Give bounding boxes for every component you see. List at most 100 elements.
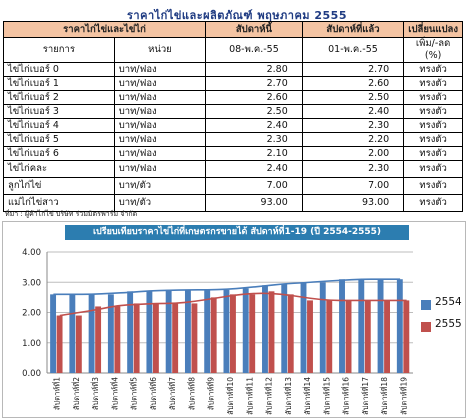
x-tick-label: สัปดาห์ที่3	[90, 377, 100, 410]
last-week-cell: 2.30	[301, 160, 405, 178]
header-cell: ราคาไก่ไข่และไข่ไก่	[2, 21, 207, 38]
table-body: ไข่ไก่เบอร์ 0 บาท/ฟอง 2.80 2.70 ทรงตัว ไข่ไก่…	[3, 62, 463, 212]
bar-2555	[56, 315, 63, 373]
x-tick-label: สัปดาห์ที่11	[244, 377, 254, 415]
change-cell: ทรงตัว	[403, 118, 463, 133]
x-tick-label: สัปดาห์ที่1	[52, 377, 62, 410]
last-week-cell: 2.70	[301, 62, 405, 77]
change-cell: ทรงตัว	[403, 177, 463, 195]
bar-2555	[307, 300, 313, 373]
x-tick-label: สัปดาห์ที่8	[186, 377, 196, 410]
last-week-cell: 2.30	[301, 118, 405, 133]
bar-2554	[204, 289, 211, 373]
bar-2554	[165, 289, 172, 373]
bar-2554	[358, 279, 365, 373]
last-week-cell: 93.00	[301, 194, 405, 212]
x-tick-label: สัปดาห์ที่14	[302, 377, 312, 415]
x-tick-label: สัปดาห์ที่13	[283, 377, 293, 415]
unit-cell: บาท/ตัว	[113, 177, 207, 195]
table-row: ไข่ไก่เบอร์ 1 บาท/ฟอง 2.70 2.60 ทรงตัว	[3, 76, 463, 91]
x-tick-label: สัปดาห์ที่7	[167, 377, 177, 410]
item-cell: ไข่ไก่เบอร์ 1	[3, 76, 115, 91]
this-week-cell: 2.10	[205, 146, 303, 161]
header-cell: หน่วย	[113, 37, 207, 63]
bar-2555	[114, 306, 121, 373]
bar-2555	[403, 300, 410, 373]
this-week-cell: 2.40	[205, 160, 303, 178]
unit-cell: บาท/ฟอง	[113, 146, 207, 161]
table-row: ไข่ไก่เบอร์ 3 บาท/ฟอง 2.50 2.40 ทรงตัว	[3, 104, 463, 119]
bar-2554	[88, 294, 95, 373]
bar-2554	[127, 291, 134, 373]
table-row: ไข่ไก่เบอร์ 2 บาท/ฟอง 2.60 2.50 ทรงตัว	[3, 90, 463, 105]
item-cell: ลูกไก่ไข่	[3, 177, 115, 195]
y-tick-label: 4.00	[22, 248, 41, 258]
bar-2555	[191, 303, 198, 373]
bar-2555	[172, 303, 179, 373]
bar-2555	[230, 294, 236, 373]
unit-cell: บาท/ฟอง	[113, 118, 207, 133]
y-tick-label: 0.00	[22, 369, 41, 379]
bar-2554	[69, 294, 76, 373]
bar-2554	[281, 283, 288, 373]
this-week-cell: 2.70	[205, 76, 303, 91]
this-week-cell: 2.40	[205, 118, 303, 133]
bar-2554	[319, 282, 326, 373]
y-tick-label: 2.00	[22, 309, 41, 319]
x-tick-label: สัปดาห์ที่17	[360, 377, 370, 415]
last-week-cell: 2.20	[301, 132, 405, 147]
bar-2554	[50, 294, 57, 373]
table-row: ไข่ไก่เบอร์ 0 บาท/ฟอง 2.80 2.70 ทรงตัว	[3, 62, 463, 77]
legend-swatch	[421, 300, 431, 310]
unit-cell: บาท/ฟอง	[113, 76, 207, 91]
bar-2554	[339, 279, 345, 373]
change-cell: ทรงตัว	[403, 76, 463, 91]
table-header-row-1: ราคาไก่ไข่และไข่ไก่ สัปดาห์นี้ สัปดาห์ที…	[2, 21, 463, 38]
bar-2555	[210, 297, 217, 373]
item-cell: ไข่ไก่เบอร์ 0	[3, 62, 115, 77]
header-cell: สัปดาห์ที่แล้ว	[301, 21, 405, 38]
last-week-cell: 2.40	[301, 104, 405, 119]
unit-cell: บาท/ฟอง	[113, 90, 207, 105]
change-cell: ทรงตัว	[403, 132, 463, 147]
this-week-cell: 2.30	[205, 132, 303, 147]
bar-2554	[262, 285, 268, 373]
bar-2555	[326, 300, 333, 373]
header-cell: เพิ่ม/-ลด (%)	[403, 37, 463, 63]
last-week-cell: 2.60	[301, 76, 405, 91]
bar-2555	[384, 300, 391, 373]
unit-cell: บาท/ฟอง	[113, 160, 207, 178]
unit-cell: บาท/ฟอง	[113, 132, 207, 147]
bar-2554	[300, 282, 307, 373]
item-cell: ไข่ไก่เบอร์ 5	[3, 132, 115, 147]
bar-2555	[152, 303, 159, 373]
this-week-cell: 2.80	[205, 62, 303, 77]
bar-2554	[223, 289, 230, 373]
this-week-cell: 2.60	[205, 90, 303, 105]
x-tick-label: สัปดาห์ที่19	[398, 377, 408, 415]
bar-2555	[133, 303, 140, 373]
chart-container: เปรียบเทียบราคาไข่ไก่ที่เกษตรกรขายได้ สั…	[2, 221, 466, 418]
item-cell: ไข่ไก่คละ	[3, 160, 115, 178]
header-cell: เปลี่ยนแปลง	[403, 21, 463, 38]
x-tick-label: สัปดาห์ที่9	[206, 377, 216, 410]
x-tick-label: สัปดาห์ที่18	[379, 377, 389, 415]
last-week-cell: 2.50	[301, 90, 405, 105]
header-cell: 01-พ.ค.-55	[301, 37, 405, 63]
last-week-cell: 7.00	[301, 177, 405, 195]
bar-2555	[75, 315, 82, 373]
bar-2555	[345, 300, 352, 373]
change-cell: ทรงตัว	[403, 160, 463, 178]
bar-2554	[377, 279, 384, 373]
item-cell: ไข่ไก่เบอร์ 6	[3, 146, 115, 161]
table-row: ไข่ไก่เบอร์ 5 บาท/ฟอง 2.30 2.20 ทรงตัว	[3, 132, 463, 147]
bar-2555	[364, 300, 371, 373]
bar-2555	[95, 306, 102, 373]
y-tick-label: 3.00	[22, 278, 41, 288]
item-cell: ไข่ไก่เบอร์ 4	[3, 118, 115, 133]
bar-2554	[242, 288, 249, 373]
chart-plot: 0.00 1.00 2.00 3.00 4.00 สัปดาห์ที่1 สัปดาห์ที…	[22, 248, 413, 415]
bar-2555	[249, 294, 256, 373]
item-cell: ไข่ไก่เบอร์ 2	[3, 90, 115, 105]
this-week-cell: 7.00	[205, 177, 303, 195]
